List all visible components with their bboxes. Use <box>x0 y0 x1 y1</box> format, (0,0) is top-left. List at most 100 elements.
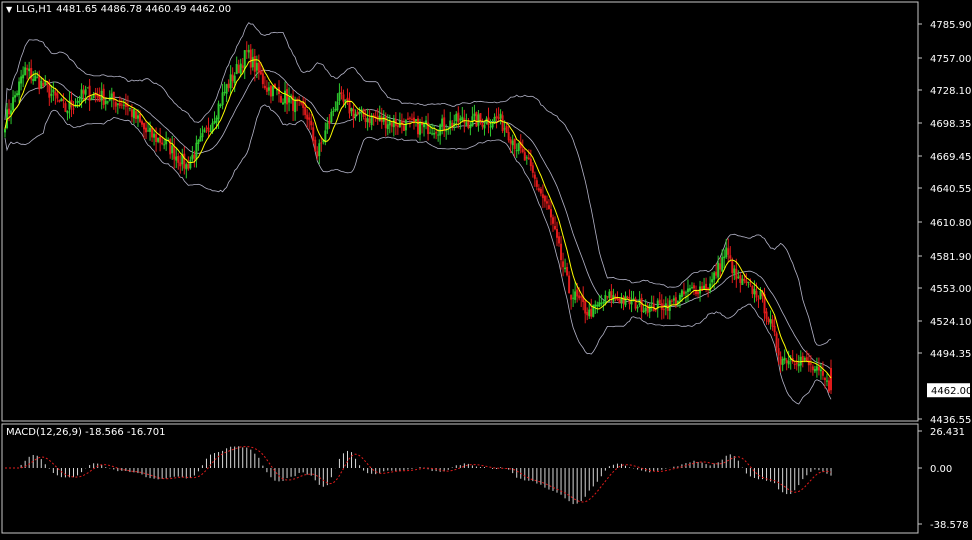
candle-body <box>205 127 208 129</box>
candle-body <box>703 285 706 290</box>
candle-body <box>684 292 687 294</box>
candle-body <box>523 152 526 161</box>
candle-body <box>48 85 51 98</box>
candle-body <box>320 142 323 144</box>
chart-canvas[interactable]: 4785.90 4757.00 4728.10 4698.35 4669.45 4640.… <box>0 0 972 536</box>
candle-body <box>622 297 625 304</box>
candle-body <box>717 262 720 278</box>
candle-body <box>219 105 222 107</box>
candle-body <box>566 267 569 276</box>
candle-body <box>140 121 143 125</box>
candle-body <box>145 127 148 133</box>
candle-body <box>193 154 196 159</box>
candle-body <box>177 156 180 163</box>
candle-body <box>179 162 182 167</box>
candle-body <box>783 357 786 361</box>
candle-body <box>779 356 782 365</box>
candle-body <box>817 366 820 371</box>
candle-body <box>417 118 419 135</box>
candle-body <box>741 278 744 285</box>
candle-body <box>132 109 135 119</box>
chart-window[interactable]: 4785.90 4757.00 4728.10 4698.35 4669.45 4640.… <box>0 0 972 536</box>
candle-body <box>781 358 784 366</box>
candle-body <box>785 360 788 364</box>
candle-body <box>580 296 583 298</box>
candle-body <box>640 297 643 312</box>
candle-body <box>183 153 186 169</box>
candle-body <box>525 157 528 159</box>
candle-body <box>136 115 139 119</box>
candle-body <box>104 100 107 105</box>
candle-body <box>588 309 591 317</box>
candle-body <box>562 261 565 268</box>
candle-body <box>189 160 192 169</box>
triangle-down-icon[interactable]: ▼ <box>6 5 12 14</box>
candle-body <box>229 74 232 89</box>
candle-body <box>441 118 444 127</box>
candle-body <box>239 63 242 74</box>
candle-body <box>235 64 238 75</box>
candle-body <box>439 124 442 136</box>
chart-header: ▼ LLG,H1 4481.65 4486.78 4460.49 4462.00 <box>6 4 231 15</box>
candle-body <box>809 363 812 365</box>
candle-body <box>134 111 137 119</box>
candle-body <box>574 291 577 300</box>
candle-body <box>715 271 718 276</box>
candle-body <box>721 257 724 272</box>
macd-tick-label: -38.578 <box>930 520 969 531</box>
candle-body <box>159 136 162 143</box>
candle-body <box>356 111 359 115</box>
candle-body <box>801 355 804 361</box>
candle-body <box>284 90 287 104</box>
candle-body <box>314 139 317 152</box>
candle-body <box>336 101 339 111</box>
candle-body <box>265 87 268 92</box>
candle-body <box>513 138 516 150</box>
candle-body <box>346 97 349 101</box>
candle-body <box>501 115 504 132</box>
candle-body <box>811 366 814 371</box>
candle-body <box>267 87 270 91</box>
candle-body <box>558 236 561 244</box>
candle-body <box>775 333 778 348</box>
candle-body <box>731 260 734 274</box>
candle-body <box>584 301 587 314</box>
candle-body <box>767 318 770 323</box>
candle-body <box>269 85 272 97</box>
candle-body <box>147 130 150 132</box>
candle-body <box>690 287 693 289</box>
candle-body <box>306 114 309 120</box>
macd-title: MACD(12,26,9) <box>6 427 82 438</box>
candle-body <box>423 123 426 128</box>
candle-body <box>499 113 502 119</box>
price-tick-label: 4581.90 <box>930 252 971 263</box>
candle-body <box>596 304 599 307</box>
candle-body <box>576 289 579 297</box>
candle-body <box>318 143 321 157</box>
candle-body <box>431 133 434 135</box>
candle-body <box>521 148 524 152</box>
candle-body <box>600 302 603 305</box>
candle-body <box>28 68 31 72</box>
candle-body <box>247 49 250 53</box>
candle-body <box>24 67 27 76</box>
candle-body <box>693 285 696 289</box>
candle-body <box>199 136 202 142</box>
candle-body <box>723 256 726 259</box>
candle-body <box>825 380 828 382</box>
candle-body <box>308 117 311 120</box>
candle-body <box>328 120 331 124</box>
candle-body <box>316 151 319 157</box>
candle-body <box>4 129 6 133</box>
candle-body <box>151 127 154 138</box>
candle-body <box>678 294 681 301</box>
candle-body <box>58 99 61 102</box>
candle-body <box>443 117 446 130</box>
candle-body <box>380 116 383 123</box>
candle-body <box>572 297 575 299</box>
candle-body <box>217 103 220 120</box>
candle-body <box>469 125 472 129</box>
candle-body <box>62 99 65 102</box>
candle-body <box>797 363 800 367</box>
price-tick-label: 4728.10 <box>930 86 971 97</box>
